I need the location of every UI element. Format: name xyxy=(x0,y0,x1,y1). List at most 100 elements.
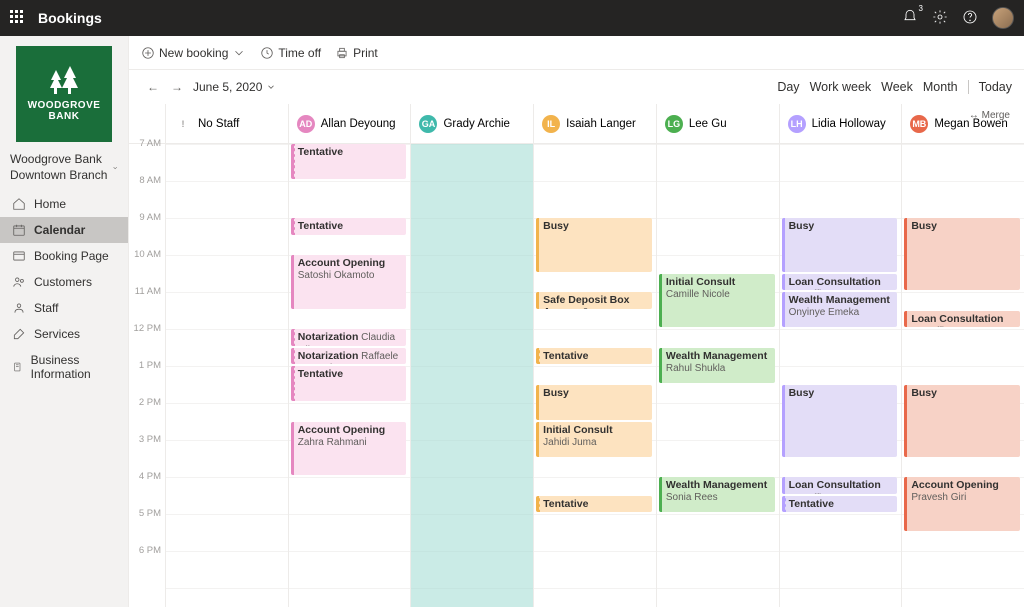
calendar-event[interactable]: Tentative xyxy=(536,348,652,365)
help-icon[interactable] xyxy=(962,9,978,28)
allday-busy-block xyxy=(411,144,533,607)
calendar-event[interactable]: Busy xyxy=(536,218,652,272)
staff-name: No Staff xyxy=(198,118,239,130)
day-column[interactable]: Busy Loan Consultation Our offic Busy Accou… xyxy=(901,144,1024,607)
calendar-event[interactable]: Busy xyxy=(536,385,652,420)
staff-chip: AD xyxy=(297,115,315,133)
nav-business-info[interactable]: Business Information xyxy=(0,347,128,387)
event-title: Loan Consultation xyxy=(789,479,881,491)
event-subtitle: Jahidi Juma xyxy=(543,437,596,448)
day-column[interactable]: BusyLoan Consultation Our officWealth Ma… xyxy=(779,144,902,607)
calendar-staff-header: ! No Staff AD Allan Deyoung GAGrady ArchieIL… xyxy=(129,104,1024,144)
calendar-event[interactable]: Wealth ManagementRahul Shukla xyxy=(659,348,775,383)
nav-home[interactable]: Home xyxy=(0,191,128,217)
calendar-event[interactable]: Loan Consultation Our offic xyxy=(904,311,1020,328)
calendar-event[interactable]: Wealth ManagementOnyinye Emeka xyxy=(782,292,898,327)
print-button[interactable]: Print xyxy=(335,46,378,60)
event-title: Busy xyxy=(789,220,815,232)
staff-column-header[interactable]: AD Allan Deyoung xyxy=(288,104,411,143)
settings-icon[interactable] xyxy=(932,9,948,28)
date-picker[interactable]: June 5, 2020 xyxy=(193,80,276,94)
event-title: Tentative xyxy=(789,498,834,510)
event-title: Tentative xyxy=(298,146,343,158)
calendar-event[interactable]: Loan Consultation Our offic xyxy=(782,274,898,291)
left-nav: WOODGROVEBANK Woodgrove Bank Downtown Br… xyxy=(0,36,128,607)
calendar-event[interactable]: Loan Consultation Our offic xyxy=(782,477,898,494)
time-off-button[interactable]: Time off xyxy=(260,46,321,60)
event-title: Busy xyxy=(911,387,937,399)
date-navigation: ← → June 5, 2020 Day Work week Week Mont… xyxy=(129,70,1024,104)
staff-column-header[interactable]: MBMegan Bowen xyxy=(901,104,1024,143)
view-today[interactable]: Today xyxy=(968,80,1012,94)
org-logo: WOODGROVEBANK xyxy=(16,46,112,142)
event-title: Wealth Management xyxy=(789,294,890,306)
staff-column-header[interactable]: ! No Staff xyxy=(165,104,288,143)
app-top-bar: Bookings 3 xyxy=(0,0,1024,36)
staff-name: Allan Deyoung xyxy=(321,118,396,130)
calendar-event[interactable]: Notarization Raffaele Romani xyxy=(291,348,407,365)
event-subtitle: Onyinye Emeka xyxy=(789,307,860,318)
calendar-event[interactable]: Account OpeningZahra Rahmani xyxy=(291,422,407,476)
notifications-icon[interactable]: 3 xyxy=(902,9,918,28)
day-column[interactable]: Tentative Tentative Account OpeningSatoshi… xyxy=(288,144,411,607)
calendar-event[interactable]: Account OpeningSatoshi Okamoto xyxy=(291,255,407,309)
event-title: Busy xyxy=(543,220,569,232)
view-selector: Day Work week Week Month Today xyxy=(777,80,1012,94)
event-subtitle: Our offic xyxy=(789,289,827,290)
hour-label: 11 AM xyxy=(129,286,165,323)
event-subtitle: Sonia Rees xyxy=(666,492,718,503)
day-column[interactable] xyxy=(410,144,533,607)
calendar-event[interactable]: Busy xyxy=(782,385,898,457)
calendar-event[interactable]: Initial ConsultJahidi Juma xyxy=(536,422,652,457)
view-week[interactable]: Week xyxy=(881,80,913,94)
user-avatar[interactable] xyxy=(992,7,1014,29)
event-title: Notarization xyxy=(298,331,359,343)
app-title: Bookings xyxy=(38,10,902,26)
event-title: Tentative xyxy=(543,498,588,510)
calendar-event[interactable]: Tentative xyxy=(291,366,407,401)
staff-column-header[interactable]: ILIsaiah Langer xyxy=(533,104,656,143)
hour-label: 5 PM xyxy=(129,508,165,545)
event-subtitle: Zahra Rahmani xyxy=(298,437,367,448)
branch-selector[interactable]: Woodgrove Bank Downtown Branch xyxy=(0,152,128,191)
calendar-event[interactable]: Account OpeningPravesh Giri xyxy=(904,477,1020,531)
staff-chip: ! xyxy=(174,115,192,133)
hour-label: 1 PM xyxy=(129,360,165,397)
calendar-event[interactable]: Tentative xyxy=(291,218,407,235)
nav-services[interactable]: Services xyxy=(0,321,128,347)
nav-staff[interactable]: Staff xyxy=(0,295,128,321)
staff-column-header[interactable]: GAGrady Archie xyxy=(410,104,533,143)
staff-column-header[interactable]: LHLidia Holloway xyxy=(779,104,902,143)
day-column[interactable] xyxy=(165,144,288,607)
calendar-event[interactable]: Tentative xyxy=(291,144,407,179)
staff-name: Megan Bowen xyxy=(934,118,1008,130)
next-arrow[interactable]: → xyxy=(165,76,189,98)
hour-label: 9 AM xyxy=(129,212,165,249)
new-booking-button[interactable]: New booking xyxy=(141,46,246,60)
calendar-event[interactable]: Safe Deposit Box Access 0 xyxy=(536,292,652,309)
calendar-event[interactable]: Busy xyxy=(782,218,898,272)
calendar-event[interactable]: Busy xyxy=(904,218,1020,290)
app-launcher-icon[interactable] xyxy=(10,10,26,26)
view-month[interactable]: Month xyxy=(923,80,958,94)
event-title: Loan Consultation xyxy=(789,276,881,288)
event-title: Loan Consultation xyxy=(911,313,1003,325)
nav-calendar[interactable]: Calendar xyxy=(0,217,128,243)
calendar-event[interactable]: Notarization Claudia Olivares xyxy=(291,329,407,346)
view-day[interactable]: Day xyxy=(777,80,799,94)
calendar-event[interactable]: Tentative xyxy=(536,496,652,513)
nav-customers[interactable]: Customers xyxy=(0,269,128,295)
calendar-event[interactable]: Busy xyxy=(904,385,1020,457)
nav-booking-page[interactable]: Booking Page xyxy=(0,243,128,269)
day-column[interactable]: Busy Safe Deposit Box Access 0 Tentative Bu… xyxy=(533,144,656,607)
staff-name: Lidia Holloway xyxy=(812,118,886,130)
calendar-event[interactable]: Initial ConsultCamille Nicole xyxy=(659,274,775,328)
day-column[interactable]: Initial ConsultCamille Nicole Wealth Mana… xyxy=(656,144,779,607)
calendar-event[interactable]: Tentative xyxy=(782,496,898,513)
staff-name: Isaiah Langer xyxy=(566,118,636,130)
staff-column-header[interactable]: LGLee Gu xyxy=(656,104,779,143)
prev-arrow[interactable]: ← xyxy=(141,76,165,98)
calendar-event[interactable]: Wealth ManagementSonia Rees xyxy=(659,477,775,512)
event-title: Tentative xyxy=(543,350,588,362)
view-work-week[interactable]: Work week xyxy=(810,80,872,94)
